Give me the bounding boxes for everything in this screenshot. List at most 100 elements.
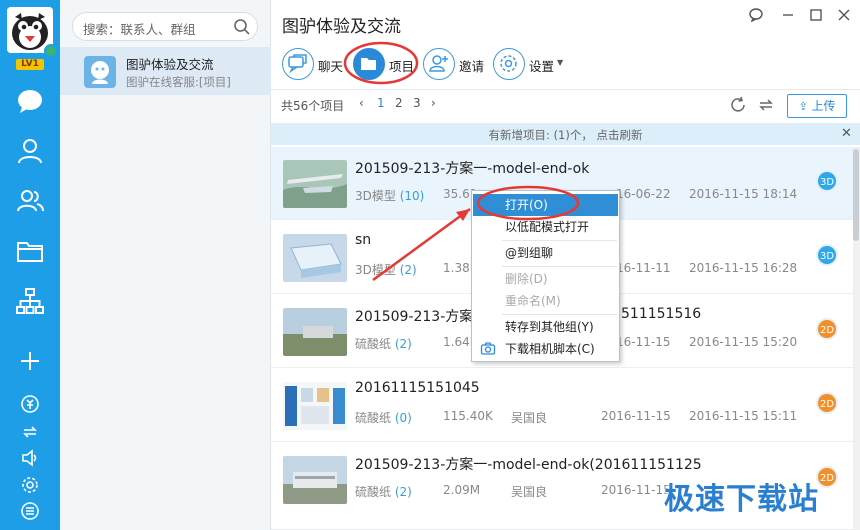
page-title: 图驴体验及交流	[282, 17, 401, 37]
upload-label: 上传	[811, 99, 836, 113]
sync-icon[interactable]	[20, 422, 40, 442]
gear-icon[interactable]	[20, 475, 40, 495]
add-icon[interactable]	[15, 346, 45, 376]
list-header-bar: 共56个项目 ‹ 1 2 3 › ⇪ 上传	[271, 90, 860, 122]
notice-close-icon[interactable]: ✕	[841, 126, 852, 141]
left-rail: LV1	[0, 0, 60, 530]
watermark-text: 极速下载站	[664, 482, 819, 517]
notice-text[interactable]: 有新增项目: (1)个， 点击刷新	[271, 127, 860, 143]
invite-label: 邀请	[459, 59, 485, 74]
item-name: 20161115151045	[355, 380, 480, 396]
app-window: LV1 搜索：联系人、群组 图驴体验及交流 图驴在线客服:[项目] 图驴体验及交…	[0, 0, 860, 530]
chat-tab-button[interactable]: 聊天	[282, 48, 344, 80]
item-created: 2016-11-15	[601, 483, 671, 497]
settings-label: 设置	[529, 59, 555, 74]
item-updated: 2016-11-15 18:14	[689, 187, 798, 201]
item-type: 3D模型 (10)	[355, 189, 425, 203]
speaker-icon[interactable]	[20, 448, 40, 468]
search-input[interactable]: 搜索：联系人、群组	[83, 19, 196, 38]
chat-icon[interactable]	[15, 86, 45, 116]
page-2[interactable]: 2	[395, 96, 403, 110]
project-folder-icon	[353, 48, 385, 80]
project-tab-label: 项目	[389, 59, 415, 74]
group-name: 图驴体验及交流	[126, 57, 214, 72]
item-type: 硫酸纸 (0)	[355, 411, 412, 425]
prev-page-icon[interactable]: ‹	[359, 96, 364, 110]
org-chart-icon[interactable]	[15, 286, 45, 316]
level-badge: LV1	[16, 59, 44, 70]
item-created: 16-11-15	[616, 335, 671, 349]
type-badge: 2D	[816, 466, 838, 488]
item-count: 共56个项目	[281, 99, 345, 113]
sidebar-item-group[interactable]: 图驴体验及交流 图驴在线客服:[项目]	[60, 47, 271, 95]
item-updated: 2016-11-15 15:11	[689, 409, 798, 423]
menu-separator	[502, 240, 617, 241]
item-type: 硫酸纸 (2)	[355, 337, 412, 351]
type-badge: 3D	[816, 170, 838, 192]
upload-icon: ⇪	[798, 100, 808, 113]
item-created: 16-11-11	[616, 261, 671, 275]
search-box[interactable]: 搜索：联系人、群组	[72, 12, 258, 41]
settings-button[interactable]: 设置 ▼	[493, 48, 567, 80]
item-type: 3D模型 (2)	[355, 263, 417, 277]
folder-icon[interactable]	[15, 236, 45, 266]
project-tab-button[interactable]: 项目	[353, 48, 415, 80]
group-avatar	[84, 56, 116, 88]
item-size: 115.40K	[443, 409, 493, 423]
context-menu: 打开(O) 以低配模式打开 @到组聊 删除(D) 重命名(M) 转存到其他组(Y…	[471, 190, 620, 362]
item-updated: 2016-11-15 16:28	[689, 261, 798, 275]
minimize-icon[interactable]	[779, 6, 797, 24]
upload-button[interactable]: ⇪ 上传	[787, 94, 847, 118]
settings-gear-icon	[493, 48, 525, 80]
item-name: 201509-213-方案一	[355, 309, 488, 325]
menu-item-open-low[interactable]: 以低配模式打开	[473, 216, 618, 238]
menu-item-at-group[interactable]: @到组聊	[473, 242, 618, 264]
menu-item-save-other[interactable]: 转存到其他组(Y)	[473, 316, 618, 338]
type-badge: 3D	[816, 244, 838, 266]
thumbnail	[283, 456, 347, 504]
scrollbar-thumb[interactable]	[853, 149, 859, 241]
search-icon[interactable]	[233, 18, 251, 36]
page-1[interactable]: 1	[377, 96, 385, 110]
coin-icon[interactable]	[20, 394, 40, 414]
group-subtitle: 图驴在线客服:[项目]	[126, 75, 231, 89]
page-3[interactable]: 3	[413, 96, 421, 110]
online-status-icon	[44, 44, 58, 58]
thumbnail	[283, 234, 347, 282]
item-updated: 2016-11-15 15:20	[689, 335, 798, 349]
chat-bubble-icon	[282, 48, 314, 80]
refresh-icon[interactable]	[729, 96, 747, 114]
item-type: 硫酸纸 (2)	[355, 485, 412, 499]
camera-script-icon	[480, 341, 496, 357]
item-owner: 吴国良	[511, 411, 548, 425]
item-created: 16-06-22	[616, 187, 671, 201]
item-size: 2.09M	[443, 483, 481, 497]
new-items-notice[interactable]: 有新增项目: (1)个， 点击刷新 ✕	[271, 123, 860, 145]
thumbnail	[283, 382, 347, 430]
close-icon[interactable]	[835, 6, 853, 24]
menu-item-open[interactable]: 打开(O)	[473, 194, 618, 216]
item-name-tail: 511151516	[621, 306, 702, 322]
thumbnail	[283, 160, 347, 208]
item-created: 2016-11-15	[601, 409, 671, 423]
item-name: sn	[355, 232, 372, 248]
next-page-icon[interactable]: ›	[431, 96, 436, 110]
feedback-icon[interactable]	[747, 6, 765, 24]
chevron-down-icon: ▼	[557, 58, 564, 67]
thumbnail	[283, 308, 347, 356]
item-name: 201509-213-方案一-model-end-ok(201611151125	[355, 457, 702, 473]
item-name: 201509-213-方案一-model-end-ok	[355, 161, 590, 177]
menu-icon[interactable]	[20, 501, 40, 521]
add-user-icon	[423, 48, 455, 80]
menu-item-rename[interactable]: 重命名(M)	[473, 290, 618, 312]
menu-item-delete[interactable]: 删除(D)	[473, 268, 618, 290]
invite-button[interactable]: 邀请	[423, 48, 485, 80]
item-owner: 吴国良	[511, 485, 548, 499]
groups-icon[interactable]	[15, 186, 45, 216]
maximize-icon[interactable]	[807, 6, 825, 24]
contacts-icon[interactable]	[15, 136, 45, 166]
type-badge: 2D	[816, 392, 838, 414]
menu-separator	[502, 314, 617, 315]
list-item[interactable]: 20161115151045 硫酸纸 (0) 115.40K 吴国良 2016-…	[271, 369, 853, 442]
transfer-icon[interactable]	[757, 96, 775, 114]
